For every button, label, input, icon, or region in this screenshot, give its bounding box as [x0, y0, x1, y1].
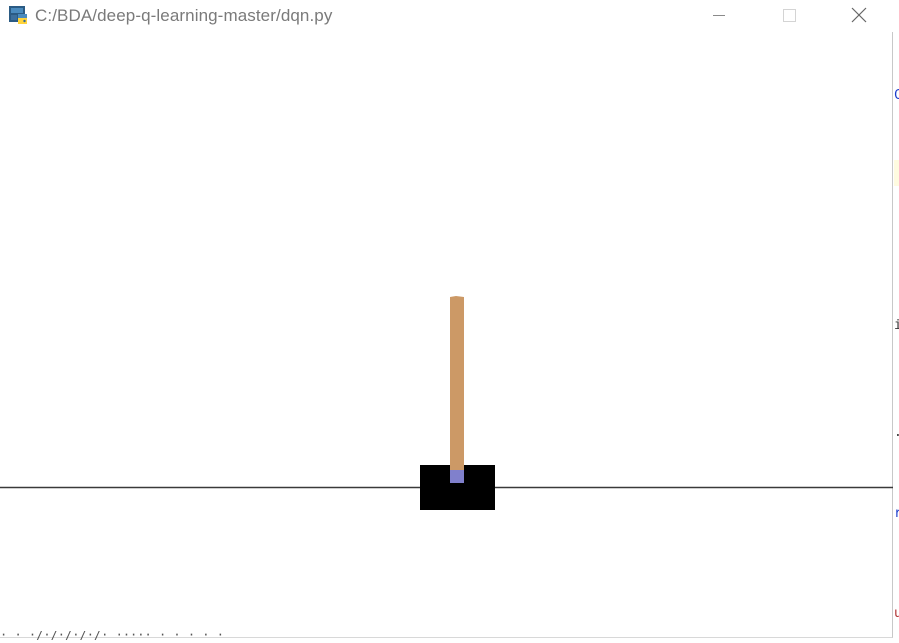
maximize-button[interactable]: [766, 0, 812, 30]
title-bar[interactable]: C:/BDA/deep-q-learning-master/dqn.py: [0, 0, 893, 32]
close-icon: [851, 7, 867, 23]
app-window: C:/BDA/deep-q-learning-master/dqn.py: [0, 0, 893, 638]
pole: [450, 296, 464, 478]
minimize-icon: [713, 15, 725, 16]
maximize-icon: [783, 9, 796, 22]
cartpole-canvas: [0, 32, 893, 638]
python-icon: [8, 5, 28, 25]
background-window-edge: C i . r u: [894, 0, 899, 640]
window-title: C:/BDA/deep-q-learning-master/dqn.py: [35, 6, 333, 25]
close-button[interactable]: [836, 0, 882, 30]
background-window-text-peek: · · ·/·/·/·/·/· ····· · · · · ·: [0, 631, 224, 640]
pole-axle: [450, 470, 464, 483]
minimize-button[interactable]: [696, 0, 742, 30]
cartpole-scene: [0, 296, 893, 510]
